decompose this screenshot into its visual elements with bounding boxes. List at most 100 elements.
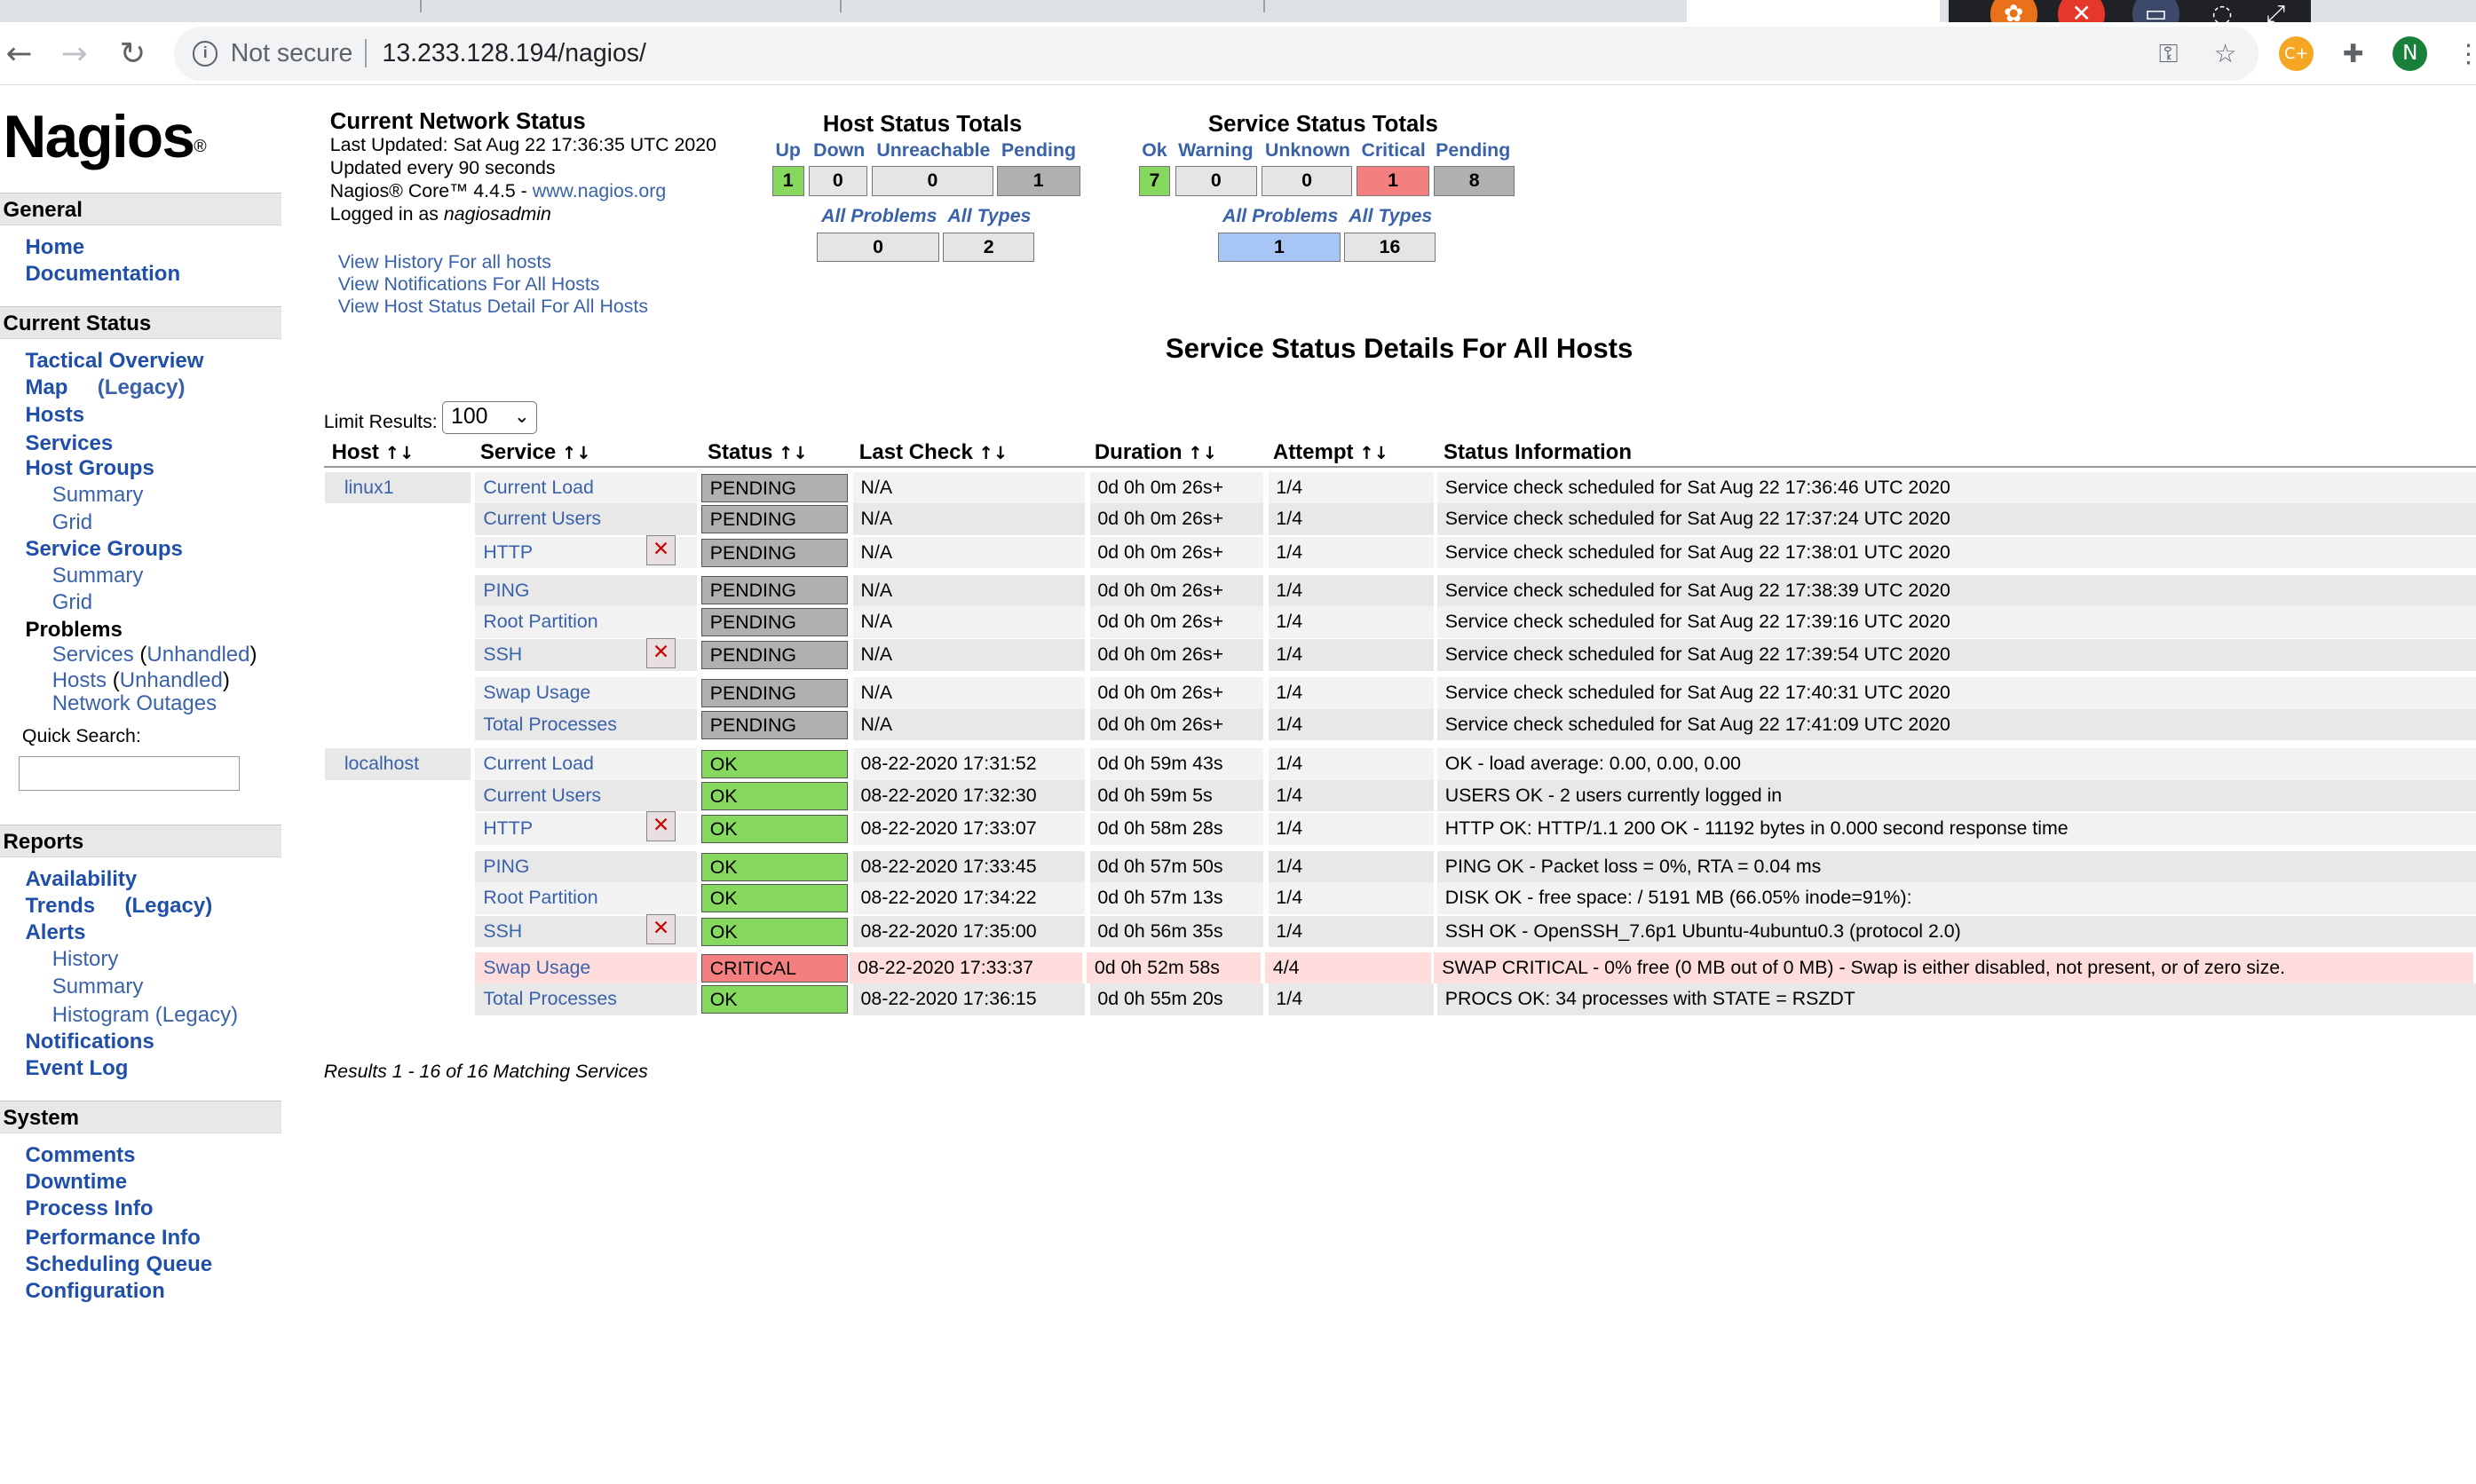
nav-documentation[interactable]: Documentation [25, 262, 180, 287]
extension-icon[interactable]: C+ [2279, 36, 2314, 72]
key-icon[interactable]: ⚿ [2151, 36, 2186, 71]
svc-unknown-count[interactable]: 0 [1262, 165, 1352, 196]
nav-scheduling-queue[interactable]: Scheduling Queue [25, 1252, 212, 1277]
host-cell[interactable] [325, 780, 471, 812]
service-cell[interactable]: Total Processes [475, 708, 697, 741]
host-cell[interactable] [325, 813, 471, 845]
nav-process-info[interactable]: Process Info [25, 1196, 153, 1221]
svc-warning-count[interactable]: 0 [1175, 165, 1258, 196]
svc-pending-label[interactable]: Pending [1436, 139, 1510, 162]
service-cell[interactable]: Current Load [475, 471, 697, 504]
service-cell[interactable]: Current Users [475, 779, 697, 812]
back-icon[interactable]: ← [0, 32, 41, 76]
nav-home[interactable]: Home [25, 235, 84, 260]
broken-image-icon[interactable]: ✕ [645, 535, 676, 565]
host-cell[interactable]: linux1 [325, 471, 471, 504]
host-down-label[interactable]: Down [813, 139, 865, 162]
url-text[interactable]: 13.233.128.194/nagios/ [383, 39, 646, 68]
svc-critical-count[interactable]: 1 [1357, 165, 1429, 196]
sort-icon[interactable]: ↑↓ [979, 443, 1009, 463]
nav-services[interactable]: Services [25, 431, 113, 456]
nagios-logo[interactable]: Nagios® [4, 106, 207, 169]
svc-unknown-label[interactable]: Unknown [1265, 139, 1350, 162]
nav-trends[interactable]: Trends (Legacy) [25, 894, 212, 919]
service-cell[interactable]: Swap Usage [475, 677, 697, 709]
service-cell[interactable]: PING [475, 574, 697, 607]
nav-hostgroup-grid[interactable]: Grid [52, 510, 92, 535]
svc-pending-count[interactable]: 8 [1434, 165, 1515, 196]
host-cell[interactable] [325, 916, 471, 948]
puzzle-icon[interactable]: ✚ [2336, 36, 2370, 71]
sort-icon[interactable]: ↑↓ [562, 443, 591, 463]
service-cell[interactable]: Root Partition [475, 606, 697, 638]
nav-comments[interactable]: Comments [25, 1143, 135, 1168]
security-label[interactable]: Not secure [231, 39, 353, 68]
broken-image-icon[interactable]: ✕ [645, 811, 676, 842]
host-cell[interactable] [325, 503, 471, 535]
view-host-detail-link[interactable]: View Host Status Detail For All Hosts [338, 296, 648, 318]
svc-all-problems-label[interactable]: All Problems [1222, 205, 1338, 227]
service-cell[interactable]: Current Users [475, 503, 697, 536]
nav-servicegroup-grid[interactable]: Grid [52, 590, 92, 615]
host-cell[interactable]: localhost [325, 748, 471, 780]
nav-event-log[interactable]: Event Log [25, 1056, 128, 1081]
host-up-label[interactable]: Up [775, 139, 800, 162]
svc-ok-label[interactable]: Ok [1142, 139, 1167, 162]
nav-tactical-overview[interactable]: Tactical Overview [25, 349, 203, 374]
nav-problem-services[interactable]: Services (Unhandled) [52, 643, 257, 667]
service-cell[interactable]: Swap Usage [475, 951, 697, 984]
host-pending-count[interactable]: 1 [996, 165, 1080, 196]
view-notifications-link[interactable]: View Notifications For All Hosts [338, 273, 648, 296]
sort-icon[interactable]: ↑↓ [1188, 443, 1217, 463]
col-host[interactable]: Host ↑↓ [332, 440, 415, 465]
nav-alerts-histogram[interactable]: Histogram (Legacy) [52, 1003, 238, 1028]
star-icon[interactable]: ☆ [2208, 36, 2243, 71]
nagios-org-link[interactable]: www.nagios.org [533, 180, 667, 201]
host-cell[interactable] [325, 983, 471, 1015]
nav-configuration[interactable]: Configuration [25, 1279, 164, 1304]
host-up-count[interactable]: 1 [771, 165, 804, 196]
host-cell[interactable] [325, 606, 471, 638]
active-tab[interactable] [1686, 0, 1940, 22]
limit-select[interactable]: 100 ⌄ [442, 400, 537, 435]
reload-icon[interactable]: ↻ [111, 32, 155, 76]
col-duration[interactable]: Duration ↑↓ [1095, 440, 1217, 465]
col-last-check[interactable]: Last Check ↑↓ [859, 440, 1009, 465]
nav-problem-hosts[interactable]: Hosts (Unhandled) [52, 668, 230, 693]
host-cell[interactable] [325, 537, 471, 569]
broken-image-icon[interactable]: ✕ [645, 914, 676, 944]
nav-downtime[interactable]: Downtime [25, 1170, 127, 1195]
host-all-types-label[interactable]: All Types [947, 205, 1031, 227]
host-all-problems-count[interactable]: 0 [816, 232, 940, 263]
svc-all-problems-count[interactable]: 1 [1217, 232, 1341, 263]
host-unreachable-count[interactable]: 0 [872, 165, 993, 196]
quick-search-input[interactable] [19, 756, 241, 792]
nav-hosts[interactable]: Hosts [25, 403, 84, 428]
sort-icon[interactable]: ↑↓ [1359, 443, 1388, 463]
svc-all-types-count[interactable]: 16 [1343, 232, 1436, 263]
sort-icon[interactable]: ↑↓ [385, 443, 415, 463]
address-bar[interactable]: i Not secure 13.233.128.194/nagios/ [173, 27, 2258, 81]
host-cell[interactable] [325, 851, 471, 883]
menu-icon[interactable]: ⋮ [2451, 36, 2476, 71]
info-icon[interactable]: i [193, 41, 218, 67]
col-status[interactable]: Status ↑↓ [708, 440, 808, 465]
service-cell[interactable]: Current Load [475, 748, 697, 780]
host-unreachable-label[interactable]: Unreachable [876, 139, 990, 162]
service-cell[interactable]: Root Partition [475, 882, 697, 915]
host-cell[interactable] [325, 677, 471, 709]
nav-performance-info[interactable]: Performance Info [25, 1226, 200, 1251]
svc-critical-label[interactable]: Critical [1361, 139, 1425, 162]
sort-icon[interactable]: ↑↓ [779, 443, 808, 463]
host-down-count[interactable]: 0 [808, 165, 867, 196]
nav-service-groups[interactable]: Service Groups [25, 537, 182, 562]
nav-hostgroup-summary[interactable]: Summary [52, 483, 144, 508]
view-history-link[interactable]: View History For all hosts [338, 251, 648, 273]
nav-availability[interactable]: Availability [25, 867, 137, 892]
col-attempt[interactable]: Attempt ↑↓ [1273, 440, 1388, 465]
host-cell[interactable] [325, 952, 471, 984]
nav-host-groups[interactable]: Host Groups [25, 456, 154, 481]
svc-all-types-label[interactable]: All Types [1349, 205, 1432, 227]
host-all-problems-label[interactable]: All Problems [821, 205, 937, 227]
host-pending-label[interactable]: Pending [1001, 139, 1076, 162]
